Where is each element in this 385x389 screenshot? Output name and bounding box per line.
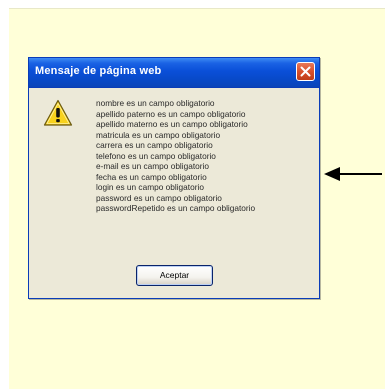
message-line: apellido paterno es un campo obligatorio — [96, 108, 246, 119]
message-line: password es un campo obligatorio — [96, 192, 222, 203]
dialog-titlebar[interactable]: Mensaje de página web — [29, 58, 319, 88]
message-line: matricula es un campo obligatorio — [96, 129, 221, 140]
accept-button[interactable]: Aceptar — [136, 265, 213, 286]
close-button[interactable] — [296, 62, 315, 81]
message-line: telefono es un campo obligatorio — [96, 150, 216, 161]
message-line: e-mail es un campo obligatorio — [96, 161, 209, 171]
alert-dialog: Mensaje de página web nombre es un campo… — [28, 57, 320, 299]
dialog-title: Mensaje de página web — [35, 65, 162, 77]
message-line: passwordRepetido es un campo obligatorio — [96, 203, 256, 213]
message-line: apellido materno es un campo obligatorio — [96, 119, 248, 129]
message-line: carrera es un campo obligatorio — [96, 140, 213, 150]
left-arrow-icon — [324, 167, 382, 181]
message-line: nombre es un campo obligatorio — [96, 98, 215, 108]
close-icon — [300, 66, 311, 77]
message-line: fecha es un campo obligatorio — [96, 171, 207, 182]
warning-icon — [43, 99, 73, 126]
message-list: nombre es un campo obligatorio apellido … — [96, 98, 255, 214]
message-line: login es un campo obligatorio — [96, 182, 204, 192]
